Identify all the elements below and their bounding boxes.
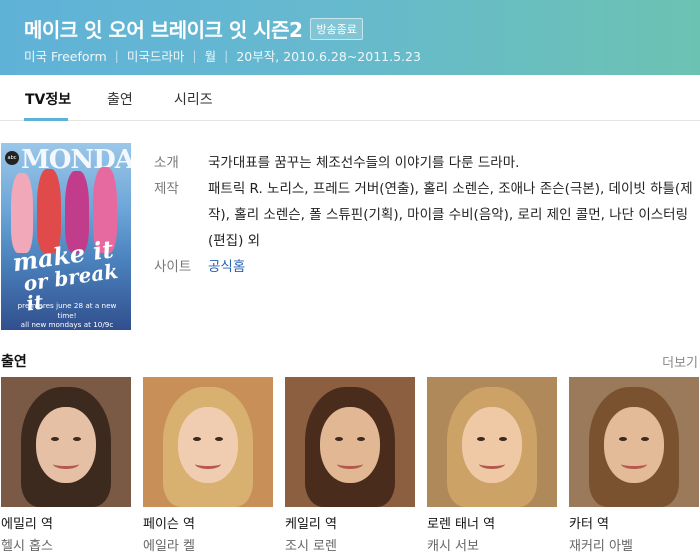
- meta-network: 미국 Freeform: [24, 49, 107, 64]
- cast-role[interactable]: 페이슨 역: [143, 513, 273, 532]
- program-meta: 미국 Freeform | 미국드라마 | 월 | 20부작, 2010.6.2…: [24, 46, 421, 65]
- status-badge: 방송종료: [310, 17, 363, 40]
- cast-card[interactable]: 에밀리 역헬시 홉스: [1, 377, 131, 554]
- title-row: 메이크 잇 오어 브레이크 잇 시즌2 방송종료: [24, 14, 363, 43]
- cast-photo-eye: [51, 437, 59, 441]
- cast-actor-name[interactable]: 캐시 서보: [427, 535, 557, 554]
- poster-premiere-line2: all new mondays at 10/9c: [20, 320, 114, 330]
- official-site-link[interactable]: 공식홈: [208, 254, 698, 280]
- cast-photo[interactable]: [427, 377, 557, 507]
- cast-actor-name[interactable]: 에일라 켈: [143, 535, 273, 554]
- cast-photo-eye: [619, 437, 627, 441]
- cast-photo-mouth: [195, 459, 221, 469]
- cast-role[interactable]: 케일리 역: [285, 513, 415, 532]
- cast-photo-eye: [193, 437, 201, 441]
- network-logo-icon: abc: [5, 151, 19, 165]
- cast-photo-eye: [357, 437, 365, 441]
- meta-divider: |: [224, 48, 229, 63]
- cast-photo-mouth: [479, 459, 505, 469]
- cast-photo[interactable]: [143, 377, 273, 507]
- meta-genre: 미국드라마: [126, 49, 185, 64]
- meta-divider: |: [114, 48, 119, 63]
- poster-premiere-line1: premieres june 28 at a new time!: [17, 301, 117, 320]
- cast-photo-face: [320, 407, 380, 483]
- meta-divider: |: [192, 48, 197, 63]
- active-tab-indicator: [24, 118, 68, 121]
- meta-day: 월: [204, 49, 217, 64]
- cast-role[interactable]: 에밀리 역: [1, 513, 131, 532]
- cast-photo[interactable]: [285, 377, 415, 507]
- cast-actor-name[interactable]: 헬시 홉스: [1, 535, 131, 554]
- cast-actor-name[interactable]: 조시 로렌: [285, 535, 415, 554]
- poster-premiere-text: premieres june 28 at a new time! all new…: [7, 301, 127, 330]
- cast-photo-mouth: [621, 459, 647, 469]
- info-row-production: 제작 패트릭 R. 노리스, 프레드 거버(연출), 홀리 소렌슨, 조애나 존…: [154, 176, 698, 254]
- production-value: 패트릭 R. 노리스, 프레드 거버(연출), 홀리 소렌슨, 조애나 존슨(극…: [208, 181, 693, 249]
- info-panel: 소개 국가대표를 꿈꾸는 체조선수들의 이야기를 다룬 드라마. 제작 패트릭 …: [154, 150, 698, 280]
- cast-photo-eye: [641, 437, 649, 441]
- cast-actor-name[interactable]: 재커리 아벨: [569, 535, 699, 554]
- tab-cast[interactable]: 출연: [107, 89, 133, 109]
- cast-photo-eye: [499, 437, 507, 441]
- intro-label: 소개: [154, 155, 179, 171]
- cast-photo-face: [178, 407, 238, 483]
- cast-photo-face: [462, 407, 522, 483]
- program-header: 메이크 잇 오어 브레이크 잇 시즌2 방송종료 미국 Freeform | 미…: [0, 0, 700, 75]
- site-label: 사이트: [154, 259, 192, 275]
- cast-card[interactable]: 케일리 역조시 로렌: [285, 377, 415, 554]
- cast-card[interactable]: 로렌 태너 역캐시 서보: [427, 377, 557, 554]
- cast-photo-face: [36, 407, 96, 483]
- info-row-intro: 소개 국가대표를 꿈꾸는 체조선수들의 이야기를 다룬 드라마.: [154, 150, 698, 176]
- cast-photo-eye: [73, 437, 81, 441]
- cast-photo[interactable]: [1, 377, 131, 507]
- cast-photo-eye: [477, 437, 485, 441]
- cast-photo-eye: [335, 437, 343, 441]
- poster-image[interactable]: abc MONDAYS make it or break it premiere…: [1, 143, 131, 330]
- program-title[interactable]: 메이크 잇 오어 브레이크 잇 시즌2: [24, 14, 303, 43]
- production-label: 제작: [154, 181, 179, 197]
- cast-photo-mouth: [337, 459, 363, 469]
- meta-episodes-dates: 20부작, 2010.6.28~2011.5.23: [236, 49, 421, 64]
- cast-section-title: 출연: [1, 354, 27, 370]
- cast-role[interactable]: 카터 역: [569, 513, 699, 532]
- cast-photo-eye: [215, 437, 223, 441]
- tab-series[interactable]: 시리즈: [174, 89, 213, 109]
- info-row-site: 사이트 공식홈: [154, 254, 698, 280]
- cast-photo[interactable]: [569, 377, 699, 507]
- cast-card[interactable]: 페이슨 역에일라 켈: [143, 377, 273, 554]
- cast-card[interactable]: 카터 역재커리 아벨: [569, 377, 699, 554]
- cast-photo-mouth: [53, 459, 79, 469]
- tab-tv-info[interactable]: TV정보: [25, 89, 71, 109]
- more-link[interactable]: 더보기: [662, 352, 698, 371]
- intro-value: 국가대표를 꿈꾸는 체조선수들의 이야기를 다룬 드라마.: [208, 155, 520, 171]
- cast-role[interactable]: 로렌 태너 역: [427, 513, 557, 532]
- poster-figure: [11, 173, 33, 253]
- poster-figure: [37, 169, 61, 253]
- cast-photo-face: [604, 407, 664, 483]
- tab-bar: TV정보 출연 시리즈: [0, 75, 700, 121]
